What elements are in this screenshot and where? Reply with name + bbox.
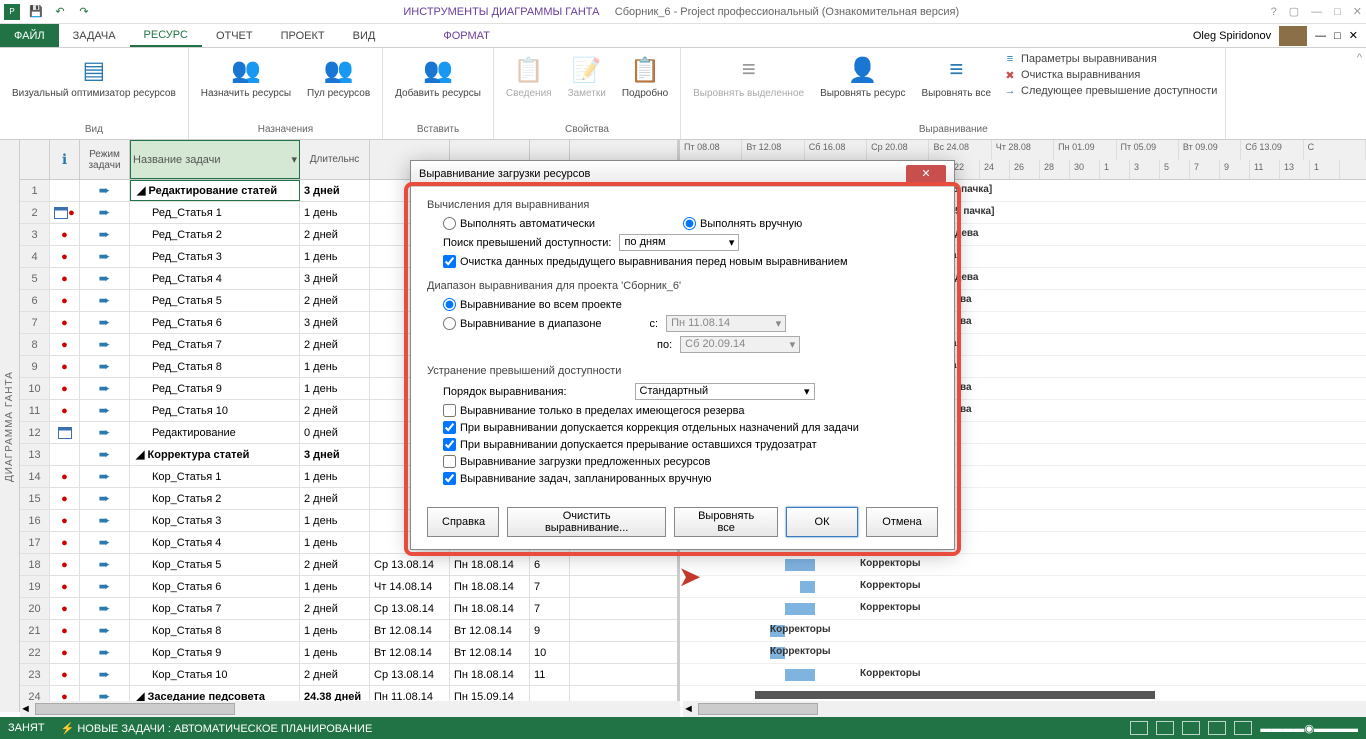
find-over-label: Поиск превышений доступности: [443, 237, 611, 249]
table-row[interactable]: 19●➨Кор_Статья 61 деньЧт 14.08.14Пн 18.0… [20, 576, 677, 598]
checkbox-clear-prev[interactable]: Очистка данных предыдущего выравнивания … [443, 255, 848, 268]
grid-hscroll[interactable]: ◄ [20, 701, 680, 717]
to-label: по: [657, 339, 672, 351]
view-resource-icon[interactable] [1234, 721, 1252, 735]
help-icon[interactable]: ? [1271, 6, 1277, 18]
status-bar: ЗАНЯТ ⚡ НОВЫЕ ЗАДАЧИ : АВТОМАТИЧЕСКОЕ ПЛ… [0, 717, 1366, 739]
user-name[interactable]: Oleg Spiridonov [1193, 30, 1271, 42]
dlg-section-calc: Вычисления для выравнивания [427, 199, 938, 211]
table-row[interactable]: 18●➨Кор_Статья 52 днейСр 13.08.14Пн 18.0… [20, 554, 677, 576]
col-duration[interactable]: Длительнс [300, 140, 370, 179]
maximize-icon[interactable]: □ [1334, 6, 1341, 18]
level-selection-button: ≡Выровнять выделенное [689, 52, 808, 101]
tab-file[interactable]: ФАЙЛ [0, 24, 59, 47]
table-row[interactable]: 22●➨Кор_Статья 91 деньВт 12.08.14Вт 12.0… [20, 642, 677, 664]
col-name[interactable]: Название задачи ▾ [130, 140, 300, 179]
user-avatar[interactable] [1279, 26, 1307, 46]
dlg-section-range: Диапазон выравнивания для проекта 'Сборн… [427, 280, 938, 292]
view-label-sidebar: ДИАГРАММА ГАНТА [0, 140, 20, 712]
level-all-button[interactable]: ≡Выровнять все [917, 52, 995, 101]
tab-project[interactable]: ПРОЕКТ [267, 24, 339, 47]
radio-date-range[interactable]: Выравнивание в диапазоне [443, 317, 602, 330]
next-overallocation-button[interactable]: →Следующее превышение доступности [1003, 84, 1217, 98]
title-bar: P 💾 ↶ ↷ ИНСТРУМЕНТЫ ДИАГРАММЫ ГАНТА Сбор… [0, 0, 1366, 24]
leveling-options-button[interactable]: ≡Параметры выравнивания [1003, 52, 1217, 66]
cancel-button[interactable]: Отмена [866, 507, 938, 537]
order-combo[interactable]: Стандартный▾ [635, 383, 815, 400]
ribbon-tabs: ФАЙЛ ЗАДАЧА РЕСУРС ОТЧЕТ ПРОЕКТ ВИД ФОРМ… [0, 24, 1366, 48]
dlg-section-resolve: Устранение превышений доступности [427, 365, 938, 377]
doc-restore-icon[interactable]: □ [1334, 30, 1341, 42]
ribbon-options-icon[interactable]: ▢ [1289, 5, 1299, 18]
info-button: 📋Сведения [502, 52, 556, 101]
dialog-title: Выравнивание загрузки ресурсов [419, 168, 590, 180]
order-label: Порядок выравнивания: [443, 386, 567, 398]
status-newtasks[interactable]: ⚡ НОВЫЕ ЗАДАЧИ : АВТОМАТИЧЕСКОЕ ПЛАНИРОВ… [61, 722, 373, 735]
clear-leveling-button[interactable]: Очистить выравнивание... [507, 507, 666, 537]
resource-pool-button[interactable]: 👥 Пул ресурсов [303, 52, 374, 101]
radio-auto[interactable]: Выполнять автоматически [443, 217, 595, 230]
radio-manual[interactable]: Выполнять вручную [683, 217, 802, 230]
leveling-dialog: Выравнивание загрузки ресурсов ✕ Вычисле… [410, 160, 955, 550]
document-title: Сборник_6 - Project профессиональный (Оз… [615, 6, 959, 18]
col-rownum[interactable] [20, 140, 50, 179]
save-icon[interactable]: 💾 [28, 4, 44, 20]
group-level-label: Выравнивание [689, 124, 1217, 135]
tab-report[interactable]: ОТЧЕТ [202, 24, 267, 47]
visual-optimizer-button[interactable]: ▤ Визуальный оптимизатор ресурсов [8, 52, 180, 101]
app-icon: P [4, 4, 20, 20]
group-insert-label: Вставить [391, 124, 485, 135]
table-row[interactable]: 23●➨Кор_Статья 102 днейСр 13.08.14Пн 18.… [20, 664, 677, 686]
tab-task[interactable]: ЗАДАЧА [59, 24, 130, 47]
table-row[interactable]: 20●➨Кор_Статья 72 днейСр 13.08.14Пн 18.0… [20, 598, 677, 620]
add-resources-button[interactable]: 👥 Добавить ресурсы [391, 52, 485, 101]
help-button[interactable]: Справка [427, 507, 499, 537]
gantt-hscroll[interactable]: ◄ [683, 701, 1366, 717]
view-usage-icon[interactable] [1156, 721, 1174, 735]
from-label: с: [650, 318, 659, 330]
redo-icon[interactable]: ↷ [76, 4, 92, 20]
tab-format[interactable]: ФОРМАТ [429, 24, 504, 47]
table-row[interactable]: 21●➨Кор_Статья 81 деньВт 12.08.14Вт 12.0… [20, 620, 677, 642]
details-button[interactable]: 📋Подробно [618, 52, 672, 101]
clear-leveling-button[interactable]: ✖Очистка выравнивания [1003, 68, 1217, 82]
find-over-combo[interactable]: по дням▾ [619, 234, 739, 251]
close-icon[interactable]: ✕ [1353, 5, 1362, 18]
tab-resource[interactable]: РЕСУРС [130, 24, 202, 47]
to-date-combo: Сб 20.09.14▾ [680, 336, 800, 353]
view-gantt-icon[interactable] [1130, 721, 1148, 735]
notes-button: 📝Заметки [564, 52, 610, 101]
level-resource-button[interactable]: 👤Выровнять ресурс [816, 52, 909, 101]
doc-minimize-icon[interactable]: — [1315, 30, 1326, 42]
minimize-icon[interactable]: — [1311, 6, 1322, 18]
cb-split-remaining[interactable]: При выравнивании допускается прерывание … [443, 438, 817, 451]
ok-button[interactable]: ОК [786, 507, 858, 537]
cb-adjust-assign[interactable]: При выравнивании допускается коррекция о… [443, 421, 859, 434]
ribbon: ▤ Визуальный оптимизатор ресурсов Вид 👥 … [0, 48, 1366, 140]
zoom-slider[interactable]: ▬▬▬▬◉▬▬▬▬ [1260, 722, 1358, 735]
assign-resources-button[interactable]: 👥 Назначить ресурсы [197, 52, 295, 101]
tab-view[interactable]: ВИД [339, 24, 390, 47]
contextual-tab-label: ИНСТРУМЕНТЫ ДИАГРАММЫ ГАНТА [403, 6, 599, 18]
status-busy: ЗАНЯТ [8, 722, 45, 734]
level-all-button[interactable]: Выровнять все [674, 507, 778, 537]
doc-close-icon[interactable]: ✕ [1349, 29, 1358, 42]
view-network-icon[interactable] [1208, 721, 1226, 735]
group-props-label: Свойства [502, 124, 672, 135]
group-view-label: Вид [8, 124, 180, 135]
from-date-combo: Пн 11.08.14▾ [666, 315, 786, 332]
col-mode[interactable]: Режим задачи [80, 140, 130, 179]
undo-icon[interactable]: ↶ [52, 4, 68, 20]
view-calendar-icon[interactable] [1182, 721, 1200, 735]
cb-proposed-res[interactable]: Выравнивание загрузки предложенных ресур… [443, 455, 710, 468]
radio-whole-project[interactable]: Выравнивание во всем проекте [443, 298, 622, 311]
cb-manual-tasks[interactable]: Выравнивание задач, запланированных вруч… [443, 472, 712, 485]
group-assign-label: Назначения [197, 124, 374, 135]
collapse-ribbon-icon[interactable]: ^ [1353, 48, 1366, 139]
dialog-close-button[interactable]: ✕ [906, 165, 946, 183]
col-info[interactable]: ℹ [50, 140, 80, 179]
cb-slack-only[interactable]: Выравнивание только в пределах имеющегос… [443, 404, 744, 417]
